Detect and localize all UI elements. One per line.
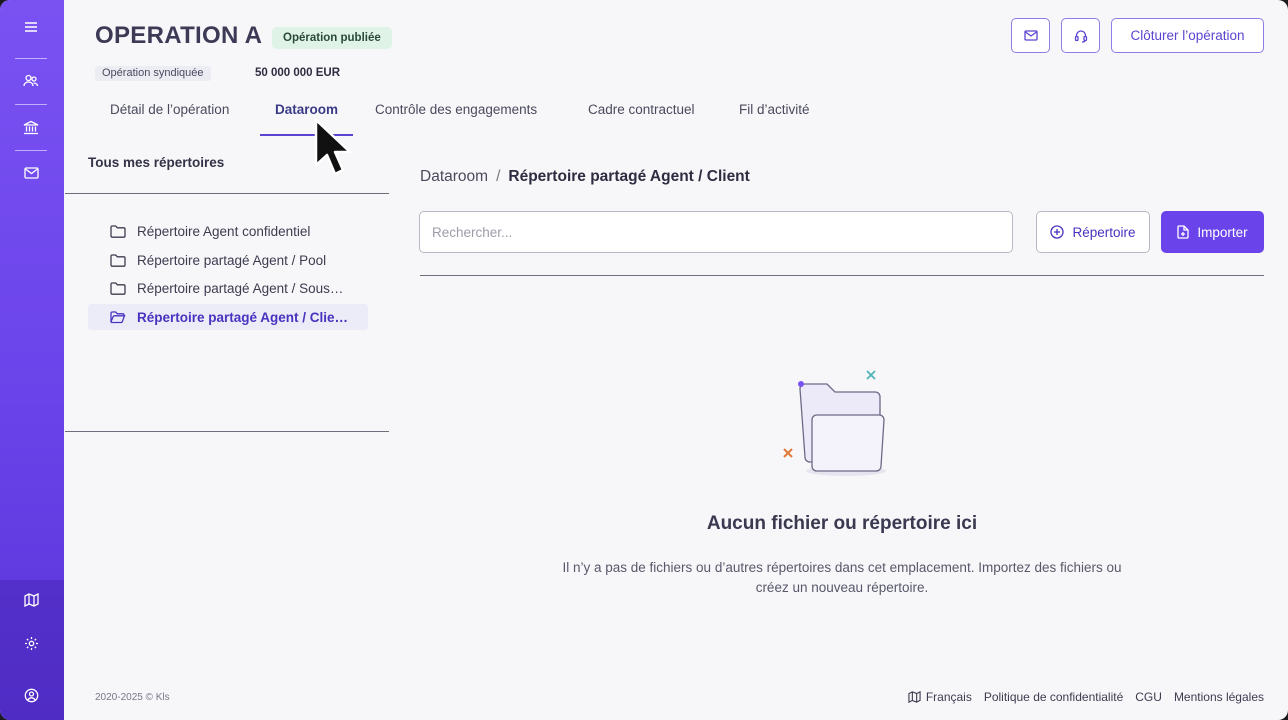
language-label: Français — [925, 690, 972, 704]
map-icon — [908, 691, 921, 703]
divider — [65, 431, 389, 432]
page-title: OPERATION A — [95, 22, 263, 49]
language-selector[interactable]: Français — [908, 690, 972, 704]
add-folder-button[interactable]: Répertoire — [1036, 211, 1150, 253]
copyright: 2020-2025 © Kls — [95, 692, 170, 703]
folders-panel-title: Tous mes répertoires — [88, 155, 225, 170]
empty-state-title: Aucun fichier ou répertoire ici — [706, 513, 978, 534]
operation-amount: 50 000 000 EUR — [255, 67, 341, 79]
mail-button[interactable] — [1011, 18, 1050, 53]
close-operation-button[interactable]: Clôturer l’opération — [1111, 18, 1264, 53]
folder-icon — [110, 224, 128, 238]
privacy-link[interactable]: Politique de confidentialité — [984, 690, 1123, 704]
bank-icon[interactable] — [20, 116, 42, 138]
import-button[interactable]: Importer — [1161, 211, 1264, 253]
add-folder-label: Répertoire — [1072, 224, 1136, 240]
status-badge: Opération publiée — [272, 27, 392, 49]
app-window: OPERATION A Opération publiée Opération … — [0, 0, 1288, 720]
sidebar-separator — [15, 104, 47, 105]
folder-label: Répertoire partagé Agent / Sous… — [137, 280, 344, 296]
divider — [65, 193, 389, 194]
empty-folder-illustration — [783, 370, 886, 476]
breadcrumb: Dataroom / Répertoire partagé Agent / Clie… — [420, 168, 750, 186]
folder-label: Répertoire Agent confidentiel — [137, 223, 311, 239]
folder-label: Répertoire partagé Agent / Clie… — [137, 309, 349, 325]
sidebar — [0, 0, 64, 720]
cgu-link[interactable]: CGU — [1135, 690, 1162, 704]
folder-icon — [110, 253, 128, 267]
breadcrumb-current: Répertoire partagé Agent / Client — [508, 168, 750, 185]
folder-open-icon — [110, 310, 128, 324]
mouse-cursor-icon — [314, 118, 352, 176]
sidebar-separator — [15, 150, 47, 151]
tab-operation-detail[interactable]: Détail de l’opération — [95, 96, 244, 136]
tab-contract-framework[interactable]: Cadre contractuel — [573, 96, 710, 136]
breadcrumb-separator: / — [496, 168, 501, 185]
folder-icon — [110, 281, 128, 295]
breadcrumb-root[interactable]: Dataroom — [420, 168, 488, 185]
support-button[interactable] — [1061, 18, 1100, 53]
mail-icon — [1023, 30, 1038, 41]
tab-commitment-control[interactable]: Contrôle des engagements — [360, 96, 552, 136]
folder-item[interactable]: Répertoire Agent confidentiel — [88, 218, 368, 244]
folder-item[interactable]: Répertoire partagé Agent / Sous… — [88, 275, 368, 301]
footer-links: Français Politique de confidentialité CG… — [908, 690, 1264, 704]
plus-circle-icon — [1050, 225, 1065, 239]
headset-icon — [1074, 29, 1088, 43]
sidebar-separator — [15, 58, 47, 59]
tab-activity-feed[interactable]: Fil d’activité — [724, 96, 825, 136]
divider — [420, 275, 1264, 276]
gear-icon[interactable] — [20, 632, 42, 654]
empty-state-description: Il n’y a pas de fichiers ou d’autres rép… — [562, 560, 1122, 595]
operation-type-tag: Opération syndiquée — [95, 66, 211, 81]
file-plus-icon — [1177, 225, 1190, 239]
map-icon[interactable] — [20, 589, 42, 611]
mail-icon[interactable] — [20, 162, 42, 184]
import-label: Importer — [1197, 224, 1248, 240]
user-circle-icon[interactable] — [20, 684, 42, 706]
folder-item[interactable]: Répertoire partagé Agent / Pool — [88, 247, 368, 273]
folder-label: Répertoire partagé Agent / Pool — [137, 252, 327, 268]
users-icon[interactable] — [20, 70, 42, 92]
search-input[interactable] — [419, 211, 1013, 253]
legal-link[interactable]: Mentions légales — [1174, 690, 1264, 704]
menu-icon[interactable] — [20, 16, 42, 38]
folder-item-active[interactable]: Répertoire partagé Agent / Clie… — [88, 304, 368, 330]
